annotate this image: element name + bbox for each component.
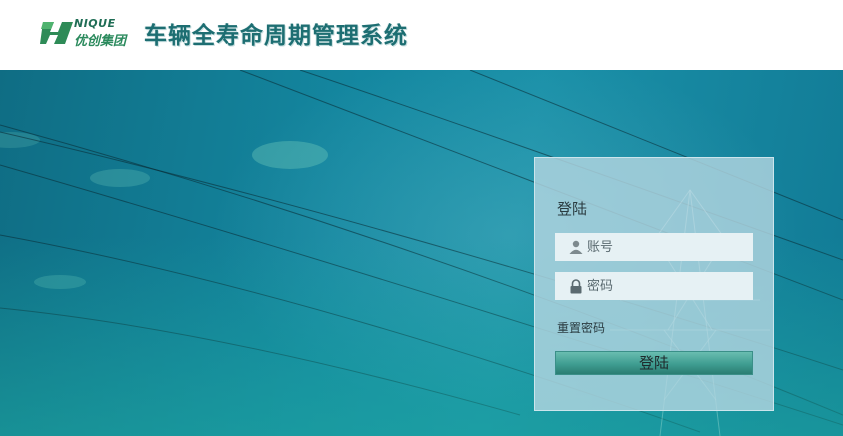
password-input[interactable] [587, 272, 747, 300]
login-button[interactable]: 登陆 [555, 351, 753, 375]
logo-chinese-name: 优创集团 [74, 34, 127, 49]
system-title: 车辆全寿命周期管理系统 [144, 23, 408, 49]
reset-password-link[interactable]: 重置密码 [557, 319, 605, 336]
logo-mark-icon [40, 22, 73, 44]
account-field[interactable] [555, 233, 753, 261]
login-title: 登陆 [557, 200, 588, 218]
company-logo: NIQUE 优创集团 [40, 16, 140, 50]
lock-icon [570, 279, 582, 294]
user-icon [569, 240, 583, 254]
login-panel: 登陆 重置密码 登陆 [534, 157, 774, 411]
account-input[interactable] [587, 233, 747, 261]
page-header: NIQUE 优创集团 车辆全寿命周期管理系统 [0, 0, 843, 70]
password-field[interactable] [555, 272, 753, 300]
logo-wordmark: NIQUE [74, 17, 116, 30]
